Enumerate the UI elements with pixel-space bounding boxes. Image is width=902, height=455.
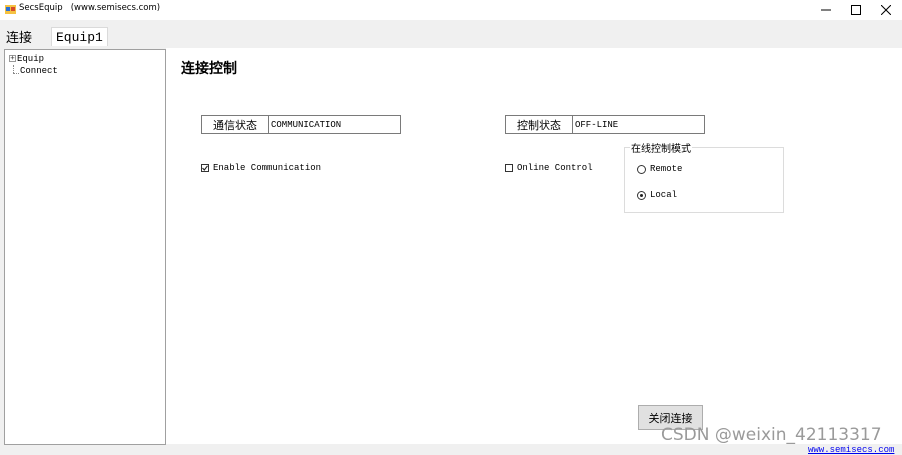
minimize-icon [821, 9, 831, 11]
window-title: SecsEquip (www.semisecs.com) [19, 3, 161, 13]
equipment-tree[interactable]: + Equip Connect [4, 49, 166, 445]
tree-item-connect[interactable]: Connect [20, 65, 58, 76]
minimize-button[interactable] [811, 0, 841, 20]
control-state-value: OFF-LINE [575, 119, 619, 130]
local-radio[interactable]: Local [637, 190, 677, 200]
tab-label: 连接 [6, 30, 33, 46]
watermark: CSDN @weixin_42113317 [661, 425, 882, 445]
tree-item-label: Equip [17, 53, 45, 64]
remote-radio[interactable]: Remote [637, 164, 682, 174]
tree-item-equip[interactable]: + Equip [9, 53, 44, 64]
expand-icon[interactable]: + [9, 55, 16, 62]
maximize-button[interactable] [841, 0, 871, 20]
checkbox-label: Enable Communication [213, 163, 322, 173]
comm-state-label: 通信状态 [202, 116, 269, 133]
radio-unselected-icon[interactable] [637, 164, 646, 174]
tab-label: Equip1 [56, 29, 103, 45]
tab-equip1[interactable]: Equip1 [51, 27, 108, 46]
tree-connector [13, 73, 19, 74]
tab-strip: 连接 Equip1 [0, 20, 902, 46]
tab-connect[interactable]: 连接 [2, 27, 36, 46]
comm-state-field: 通信状态 COMMUNICATION [201, 115, 401, 134]
control-state-field: 控制状态 OFF-LINE [505, 115, 705, 134]
app-icon [5, 5, 16, 14]
checkbox-checked-icon[interactable] [201, 164, 209, 172]
radio-label: Local [650, 190, 678, 200]
online-control-checkbox[interactable]: Online Control [505, 163, 593, 173]
close-icon [881, 5, 891, 15]
close-window-button[interactable] [871, 0, 901, 20]
checkbox-label: Online Control [517, 163, 593, 173]
title-bar: SecsEquip (www.semisecs.com) [0, 0, 902, 20]
checkbox-unchecked-icon[interactable] [505, 164, 513, 172]
radio-selected-icon[interactable] [637, 190, 646, 200]
online-control-mode-group: 在线控制模式 Remote Local [624, 140, 784, 213]
radio-label: Remote [650, 164, 683, 174]
group-legend: 在线控制模式 [630, 140, 692, 155]
page-title: 连接控制 [181, 61, 237, 77]
tree-item-label: Connect [20, 65, 58, 76]
maximize-icon [851, 5, 861, 15]
control-state-label: 控制状态 [506, 116, 573, 133]
enable-communication-checkbox[interactable]: Enable Communication [201, 163, 321, 173]
main-panel: 连接控制 通信状态 COMMUNICATION Enable Communica… [166, 48, 902, 444]
comm-state-value: COMMUNICATION [271, 119, 342, 130]
website-link[interactable]: www.semisecs.com [808, 445, 894, 455]
tree-connector [13, 65, 14, 73]
